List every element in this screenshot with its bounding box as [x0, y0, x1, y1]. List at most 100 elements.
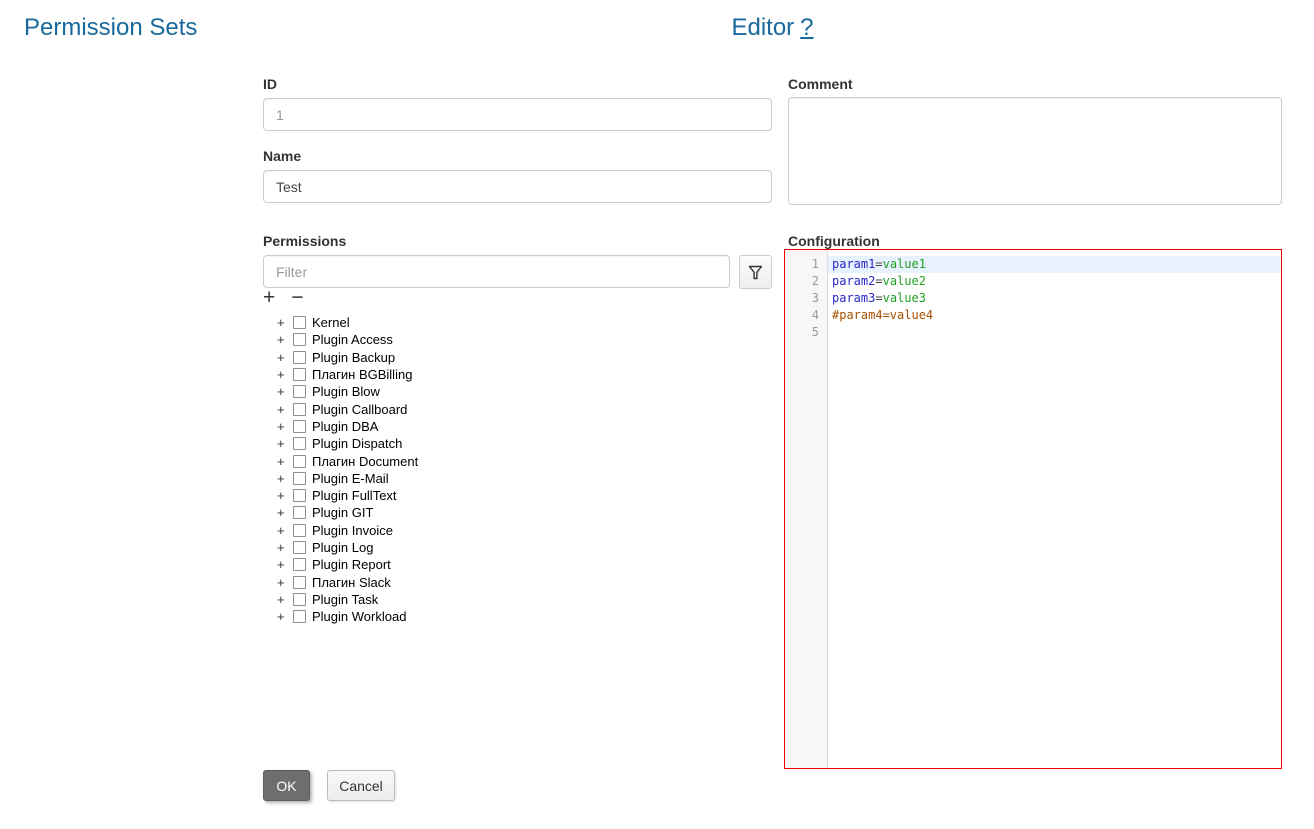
- tree-item[interactable]: + Plugin Task: [263, 591, 418, 608]
- tree-item-label: Plugin Task: [312, 592, 378, 607]
- code-line[interactable]: param2=value2: [828, 273, 1281, 290]
- expand-node-button[interactable]: +: [277, 315, 293, 330]
- page-title: Permission Sets: [24, 14, 197, 42]
- code-line[interactable]: #param4=value4: [828, 307, 1281, 324]
- cancel-button[interactable]: Cancel: [327, 770, 395, 801]
- expand-node-button[interactable]: +: [277, 402, 293, 417]
- tree-item[interactable]: + Плагин BGBilling: [263, 366, 418, 383]
- tree-item[interactable]: + Plugin Workload: [263, 608, 418, 625]
- tree-item[interactable]: + Plugin Dispatch: [263, 435, 418, 452]
- line-number: 1: [785, 256, 827, 273]
- tree-item-label: Plugin Dispatch: [312, 436, 402, 451]
- tree-item-checkbox[interactable]: [293, 368, 306, 381]
- tree-item-checkbox[interactable]: [293, 558, 306, 571]
- tree-item-checkbox[interactable]: [293, 610, 306, 623]
- permissions-filter-input[interactable]: [263, 255, 730, 288]
- comment-label: Comment: [788, 76, 853, 92]
- apply-filter-button[interactable]: [739, 255, 772, 289]
- expand-node-button[interactable]: +: [277, 557, 293, 572]
- expand-node-button[interactable]: +: [277, 540, 293, 555]
- tree-item[interactable]: +Plugin Blow: [263, 383, 418, 400]
- tree-item[interactable]: +Plugin Callboard: [263, 400, 418, 417]
- tree-item-checkbox[interactable]: [293, 351, 306, 364]
- tree-item[interactable]: +Plugin GIT: [263, 504, 418, 521]
- tree-item-checkbox[interactable]: [293, 524, 306, 537]
- tree-item[interactable]: +Plugin E-Mail: [263, 470, 418, 487]
- tree-item[interactable]: + Plugin DBA: [263, 418, 418, 435]
- tree-item[interactable]: + Plugin Backup: [263, 349, 418, 366]
- tree-item-checkbox[interactable]: [293, 472, 306, 485]
- configuration-editor[interactable]: 12345 param1=value1param2=value2param3=v…: [784, 249, 1282, 769]
- ok-button[interactable]: OK: [263, 770, 310, 801]
- code-token-eq: =: [875, 274, 882, 288]
- editor-code[interactable]: param1=value1param2=value2param3=value3#…: [828, 250, 1281, 768]
- tree-item-label: Plugin Backup: [312, 350, 395, 365]
- expand-node-button[interactable]: +: [277, 609, 293, 624]
- expand-node-button[interactable]: +: [277, 332, 293, 347]
- expand-node-button[interactable]: +: [277, 454, 293, 469]
- tree-item-checkbox[interactable]: [293, 576, 306, 589]
- expand-node-button[interactable]: +: [277, 384, 293, 399]
- expand-node-button[interactable]: +: [277, 350, 293, 365]
- comment-field[interactable]: [788, 97, 1282, 205]
- line-number: 2: [785, 273, 827, 290]
- code-line[interactable]: param1=value1: [828, 256, 1281, 273]
- tree-item[interactable]: + Plugin Access: [263, 331, 418, 348]
- collapse-all-button[interactable]: −: [291, 288, 303, 308]
- tree-item-label: Plugin DBA: [312, 419, 378, 434]
- tree-item[interactable]: + Plugin Report: [263, 556, 418, 573]
- tree-item-label: Плагин Slack: [312, 575, 391, 590]
- tree-item-checkbox[interactable]: [293, 420, 306, 433]
- permission-set-editor-page: Permission Sets Editor? ID Name Permissi…: [0, 0, 1314, 829]
- tree-item-checkbox[interactable]: [293, 506, 306, 519]
- tree-item-label: Plugin Workload: [312, 609, 406, 624]
- tree-item-label: Плагин BGBilling: [312, 367, 412, 382]
- tree-item-checkbox[interactable]: [293, 541, 306, 554]
- tree-item-label: Plugin FullText: [312, 488, 397, 503]
- expand-node-button[interactable]: +: [277, 471, 293, 486]
- tree-item-checkbox[interactable]: [293, 593, 306, 606]
- tree-item-checkbox[interactable]: [293, 437, 306, 450]
- tree-controls: + −: [263, 288, 304, 308]
- expand-node-button[interactable]: +: [277, 488, 293, 503]
- code-token-value: value2: [883, 274, 926, 288]
- code-token-comment: #param4=value4: [832, 308, 933, 322]
- tree-item-checkbox[interactable]: [293, 489, 306, 502]
- tree-item-label: Плагин Document: [312, 454, 418, 469]
- expand-all-button[interactable]: +: [263, 288, 275, 308]
- help-link[interactable]: ?: [800, 14, 813, 41]
- configuration-label: Configuration: [788, 233, 880, 249]
- id-field[interactable]: [263, 98, 772, 131]
- code-line[interactable]: [828, 324, 1281, 341]
- line-number: 5: [785, 324, 827, 341]
- tree-item-checkbox[interactable]: [293, 385, 306, 398]
- tree-item-label: Plugin Report: [312, 557, 391, 572]
- id-label: ID: [263, 76, 277, 92]
- tree-item-label: Plugin Access: [312, 332, 393, 347]
- tree-item-checkbox[interactable]: [293, 316, 306, 329]
- tree-item-label: Kernel: [312, 315, 350, 330]
- tree-item-checkbox[interactable]: [293, 455, 306, 468]
- name-field[interactable]: [263, 170, 772, 203]
- expand-node-button[interactable]: +: [277, 592, 293, 607]
- tree-item[interactable]: +Plugin Log: [263, 539, 418, 556]
- expand-node-button[interactable]: +: [277, 436, 293, 451]
- tree-item-label: Plugin Invoice: [312, 523, 393, 538]
- tree-item[interactable]: + Плагин Document: [263, 452, 418, 469]
- code-token-value: value1: [883, 257, 926, 271]
- code-line[interactable]: param3=value3: [828, 290, 1281, 307]
- tree-item[interactable]: + Kernel: [263, 314, 418, 331]
- tree-item[interactable]: + Plugin FullText: [263, 487, 418, 504]
- code-token-key: param3: [832, 291, 875, 305]
- code-token-key: param1: [832, 257, 875, 271]
- tree-item[interactable]: + Plugin Invoice: [263, 522, 418, 539]
- expand-node-button[interactable]: +: [277, 575, 293, 590]
- tree-item-checkbox[interactable]: [293, 333, 306, 346]
- expand-node-button[interactable]: +: [277, 505, 293, 520]
- expand-node-button[interactable]: +: [277, 419, 293, 434]
- tree-item-checkbox[interactable]: [293, 403, 306, 416]
- tree-item[interactable]: + Плагин Slack: [263, 573, 418, 590]
- name-label: Name: [263, 148, 301, 164]
- expand-node-button[interactable]: +: [277, 523, 293, 538]
- expand-node-button[interactable]: +: [277, 367, 293, 382]
